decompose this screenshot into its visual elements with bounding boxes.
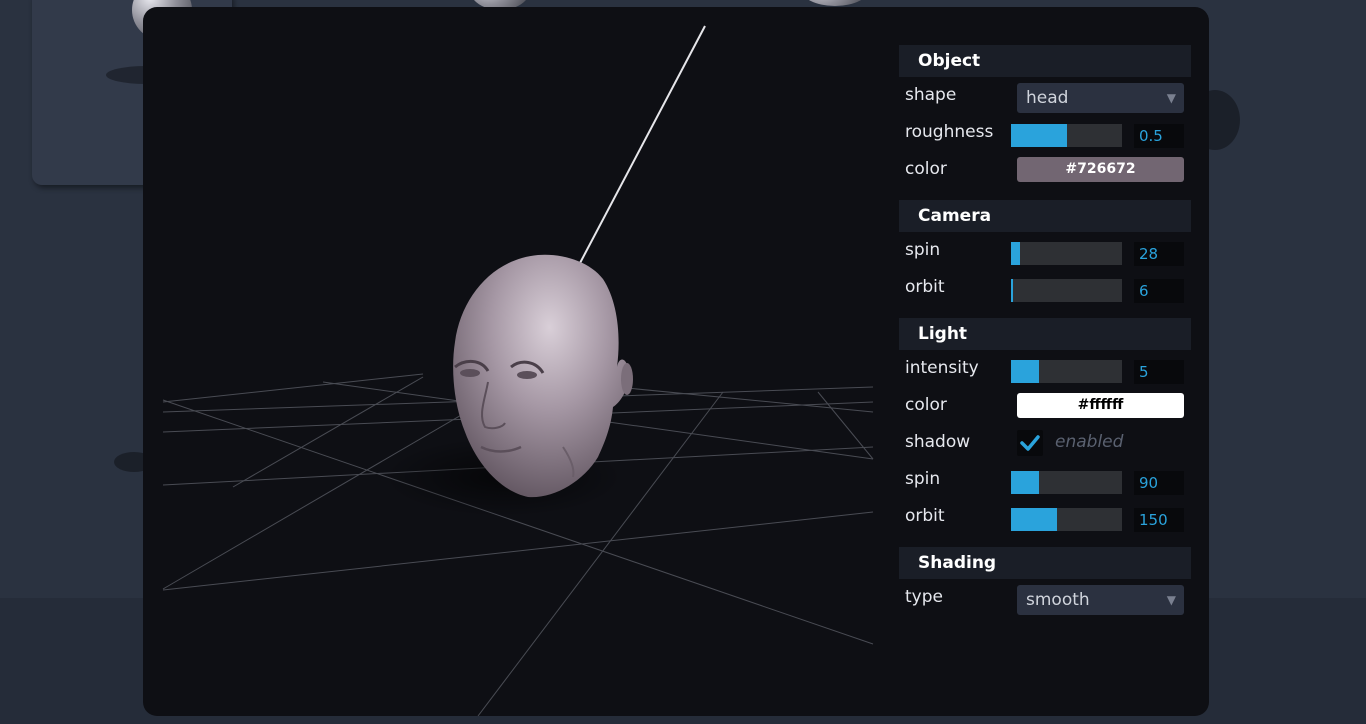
background-sphere bbox=[800, 0, 870, 6]
shadow-row: shadow enabled bbox=[899, 424, 1191, 461]
camera-spin-label: spin bbox=[905, 240, 941, 260]
light-orbit-slider[interactable] bbox=[1011, 508, 1122, 531]
shadow-enabled-text: enabled bbox=[1055, 432, 1124, 452]
3d-scene bbox=[162, 25, 874, 716]
section-header-object: Object bbox=[899, 45, 1191, 77]
roughness-label: roughness bbox=[905, 122, 994, 142]
camera-spin-row: spin 28 bbox=[899, 232, 1191, 269]
object-color-label: color bbox=[905, 159, 947, 179]
object-color-picker[interactable]: #726672 bbox=[1017, 157, 1184, 182]
roughness-slider-fill bbox=[1011, 124, 1067, 147]
light-color-label: color bbox=[905, 395, 947, 415]
light-orbit-row: orbit 150 bbox=[899, 498, 1191, 535]
camera-orbit-label: orbit bbox=[905, 277, 945, 297]
light-spin-value[interactable]: 90 bbox=[1134, 471, 1184, 495]
shape-row: shape head ▼ bbox=[899, 77, 1191, 114]
camera-orbit-slider-fill bbox=[1011, 279, 1013, 302]
checkmark-icon bbox=[1020, 435, 1040, 451]
chevron-down-icon: ▼ bbox=[1166, 91, 1176, 105]
light-spin-label: spin bbox=[905, 469, 941, 489]
section-header-light: Light bbox=[899, 318, 1191, 350]
camera-orbit-slider[interactable] bbox=[1011, 279, 1122, 302]
roughness-row: roughness 0.5 bbox=[899, 114, 1191, 151]
shadow-checkbox[interactable] bbox=[1017, 430, 1043, 456]
shape-select[interactable]: head ▼ bbox=[1017, 83, 1184, 113]
object-color-row: color #726672 bbox=[899, 151, 1191, 188]
light-intensity-slider-fill bbox=[1011, 360, 1039, 383]
chevron-down-icon: ▼ bbox=[1166, 593, 1176, 607]
shading-type-select[interactable]: smooth ▼ bbox=[1017, 585, 1184, 615]
controls-panel: Object shape head ▼ roughness 0.5 color … bbox=[899, 45, 1191, 616]
light-direction-line bbox=[569, 25, 706, 283]
camera-spin-slider-fill bbox=[1011, 242, 1020, 265]
shading-type-select-value: smooth bbox=[1026, 590, 1090, 610]
light-orbit-label: orbit bbox=[905, 506, 945, 526]
shape-select-value: head bbox=[1026, 88, 1069, 108]
light-spin-row: spin 90 bbox=[899, 461, 1191, 498]
light-spin-slider-fill bbox=[1011, 471, 1039, 494]
shading-type-label: type bbox=[905, 587, 943, 607]
shape-label: shape bbox=[905, 85, 957, 105]
shading-type-row: type smooth ▼ bbox=[899, 579, 1191, 616]
roughness-value[interactable]: 0.5 bbox=[1134, 124, 1184, 148]
light-color-row: color #ffffff bbox=[899, 387, 1191, 424]
light-intensity-value[interactable]: 5 bbox=[1134, 360, 1184, 384]
light-intensity-label: intensity bbox=[905, 358, 979, 378]
section-header-shading: Shading bbox=[899, 547, 1191, 579]
light-intensity-row: intensity 5 bbox=[899, 350, 1191, 387]
light-orbit-value[interactable]: 150 bbox=[1134, 508, 1184, 532]
camera-spin-slider[interactable] bbox=[1011, 242, 1122, 265]
light-spin-slider[interactable] bbox=[1011, 471, 1122, 494]
light-color-picker[interactable]: #ffffff bbox=[1017, 393, 1184, 418]
scene-editor-modal: Object shape head ▼ roughness 0.5 color … bbox=[143, 7, 1209, 716]
3d-viewport[interactable] bbox=[143, 7, 883, 716]
roughness-slider[interactable] bbox=[1011, 124, 1122, 147]
camera-orbit-value[interactable]: 6 bbox=[1134, 279, 1184, 303]
section-header-camera: Camera bbox=[899, 200, 1191, 232]
light-orbit-slider-fill bbox=[1011, 508, 1057, 531]
camera-spin-value[interactable]: 28 bbox=[1134, 242, 1184, 266]
camera-orbit-row: orbit 6 bbox=[899, 269, 1191, 306]
shadow-label: shadow bbox=[905, 432, 971, 452]
light-intensity-slider[interactable] bbox=[1011, 360, 1122, 383]
